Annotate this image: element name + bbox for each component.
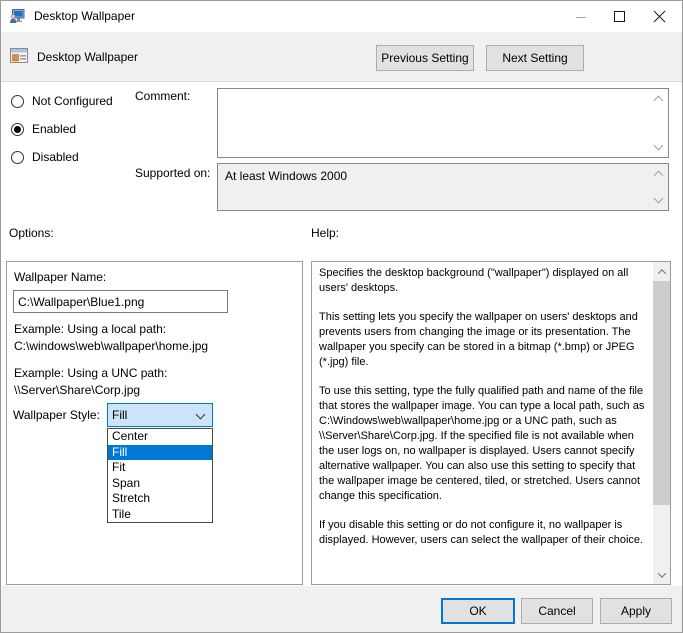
next-setting-button[interactable]: Next Setting — [486, 45, 584, 71]
example-local-path: C:\windows\web\wallpaper\home.jpg — [14, 339, 208, 353]
setting-title: Desktop Wallpaper — [37, 50, 138, 64]
radio-not-configured[interactable]: Not Configured — [11, 93, 113, 109]
supported-scroll-up-icon[interactable] — [654, 171, 664, 181]
style-option-center[interactable]: Center — [108, 429, 212, 445]
scrollbar-thumb[interactable] — [653, 281, 670, 505]
help-section-label: Help: — [311, 226, 339, 240]
help-text: Specifies the desktop background ("wallp… — [312, 262, 653, 584]
footer-bar: OK Cancel Apply — [1, 586, 682, 633]
help-scrollbar[interactable] — [653, 262, 670, 584]
chevron-up-icon — [657, 269, 665, 277]
wallpaper-name-label: Wallpaper Name: — [14, 270, 106, 284]
window-title: Desktop Wallpaper — [34, 9, 135, 23]
style-option-fill[interactable]: Fill — [108, 445, 212, 461]
radio-circle-enabled — [11, 123, 24, 136]
header-band: Desktop Wallpaper Previous Setting Next … — [1, 32, 682, 82]
example-local-caption: Example: Using a local path: — [14, 322, 166, 336]
help-paragraph: To use this setting, type the fully qual… — [319, 384, 648, 504]
ok-button[interactable]: OK — [441, 598, 515, 624]
scroll-down-button[interactable] — [653, 566, 670, 583]
policy-setting-icon — [9, 46, 29, 69]
style-option-tile[interactable]: Tile — [108, 507, 212, 523]
chevron-down-icon — [657, 569, 665, 577]
example-unc-path: \\Server\Share\Corp.jpg — [14, 383, 140, 397]
help-panel: Specifies the desktop background ("wallp… — [311, 261, 671, 585]
comment-input[interactable] — [217, 88, 669, 158]
help-paragraph: This setting lets you specify the wallpa… — [319, 310, 648, 370]
apply-button[interactable]: Apply — [600, 598, 672, 624]
dialog-body: Not Configured Enabled Disabled Comment:… — [1, 82, 682, 586]
style-option-stretch[interactable]: Stretch — [108, 491, 212, 507]
help-paragraph: If you disable this setting or do not co… — [319, 518, 648, 548]
radio-circle-not-configured — [11, 95, 24, 108]
supported-scroll-down-icon[interactable] — [654, 194, 664, 204]
previous-setting-button[interactable]: Previous Setting — [376, 45, 474, 71]
group-policy-app-icon — [9, 8, 25, 24]
help-paragraph: Specifies the desktop background ("wallp… — [319, 266, 648, 296]
wallpaper-style-dropdown-list: Center Fill Fit Span Stretch Tile — [107, 428, 213, 523]
wallpaper-name-input[interactable] — [13, 290, 228, 313]
example-unc-caption: Example: Using a UNC path: — [14, 366, 167, 380]
desktop-wallpaper-dialog: Desktop Wallpaper Desktop Wallpaper P — [0, 0, 683, 633]
style-option-fit[interactable]: Fit — [108, 460, 212, 476]
wallpaper-style-value: Fill — [112, 408, 127, 422]
close-button[interactable] — [640, 1, 678, 32]
wallpaper-style-combobox[interactable]: Fill — [107, 403, 213, 427]
supported-on-field: At least Windows 2000 — [217, 163, 669, 211]
maximize-button[interactable] — [600, 1, 638, 32]
minimize-button[interactable] — [562, 1, 600, 32]
titlebar: Desktop Wallpaper — [1, 1, 682, 32]
radio-disabled[interactable]: Disabled — [11, 149, 79, 165]
comment-scroll-down-icon[interactable] — [654, 141, 664, 151]
wallpaper-style-label: Wallpaper Style: — [13, 408, 100, 422]
chevron-down-icon — [196, 410, 206, 420]
supported-on-value: At least Windows 2000 — [225, 169, 646, 183]
supported-on-label: Supported on: — [135, 166, 210, 180]
style-option-span[interactable]: Span — [108, 476, 212, 492]
cancel-button[interactable]: Cancel — [521, 598, 593, 624]
comment-scroll-up-icon[interactable] — [654, 96, 664, 106]
options-panel: Wallpaper Name: Example: Using a local p… — [6, 261, 303, 585]
radio-enabled[interactable]: Enabled — [11, 121, 76, 137]
radio-circle-disabled — [11, 151, 24, 164]
scroll-up-button[interactable] — [653, 263, 670, 280]
options-section-label: Options: — [9, 226, 54, 240]
comment-label: Comment: — [135, 89, 190, 103]
